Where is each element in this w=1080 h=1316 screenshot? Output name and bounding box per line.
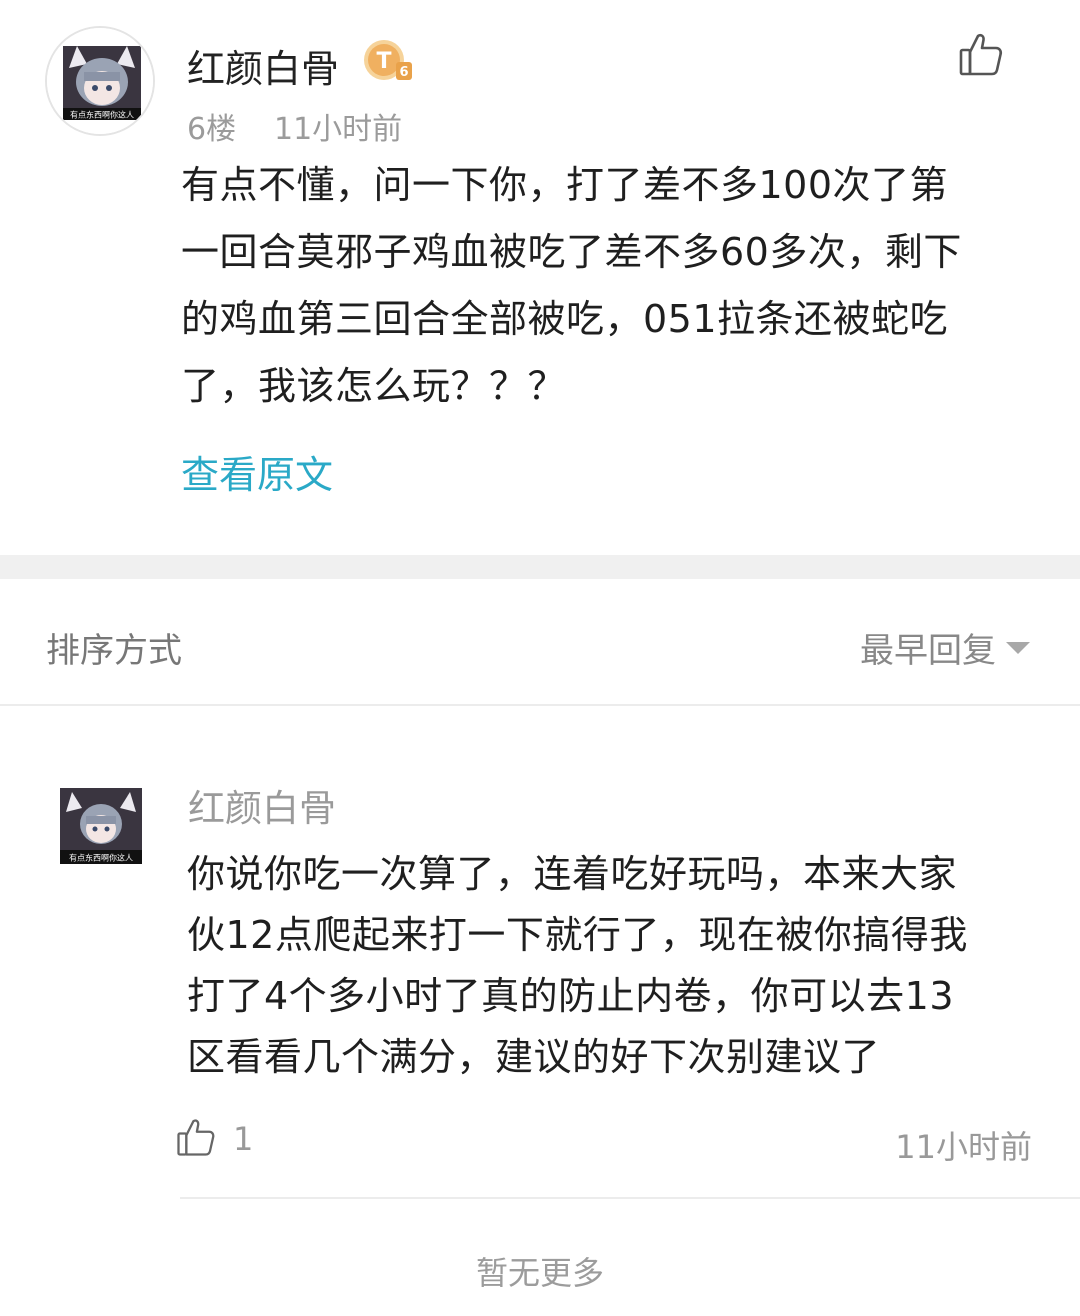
sort-selected-value[interactable]: 最早回复	[860, 623, 996, 672]
reply-line: 伙12点爬起来打一下就行了，现在被你搞得我	[187, 913, 968, 957]
thumbs-up-icon[interactable]	[957, 30, 1005, 78]
reply-line: 你说你吃一次算了，连着吃好玩吗，本来大家	[187, 852, 958, 896]
avatar-caption: 有点东西啊你这人	[70, 110, 134, 120]
main-comment: 有点东西啊你这人 红颜白骨 T 6 6楼 11小时前 有点不懂，问一下你，打了差…	[0, 0, 1080, 555]
comment-line: 有点不懂，问一下你，打了差不多100次了第	[181, 163, 949, 207]
reply-time: 11小时前	[895, 1128, 1032, 1166]
author-name[interactable]: 红颜白骨	[187, 38, 339, 93]
svg-text:6: 6	[399, 65, 408, 80]
reply-body: 你说你吃一次算了，连着吃好玩吗，本来大家 伙12点爬起来打一下就行了，现在被你搞…	[187, 844, 1047, 1088]
floor-number: 6楼	[187, 112, 237, 147]
no-more-label: 暂无更多	[475, 1254, 604, 1292]
post-time: 11小时前	[274, 112, 403, 147]
view-original-link[interactable]: 查看原文	[181, 444, 333, 499]
sort-label: 排序方式	[46, 631, 182, 671]
reply-like-button[interactable]: 1	[175, 1116, 253, 1162]
reply-line: 区看看几个满分，建议的好下次别建议了	[187, 1035, 881, 1079]
avatar-caption: 有点东西啊你这人	[69, 853, 133, 863]
sort-bar: 排序方式 最早回复	[0, 579, 1080, 706]
reply-line: 打了4个多小时了真的防止内卷，你可以去13	[187, 974, 955, 1018]
reply-author-name[interactable]: 红颜白骨	[188, 778, 336, 832]
thumbs-up-icon[interactable]	[175, 1116, 217, 1162]
level-badge-icon: T 6	[362, 38, 416, 84]
comment-line: 了，我该怎么玩？？？	[181, 364, 567, 408]
comment-detail-page: 有点东西啊你这人 红颜白骨 T 6 6楼 11小时前 有点不懂，问一下你，打了差…	[0, 0, 1080, 1316]
section-divider	[0, 555, 1080, 579]
like-count: 1	[233, 1120, 254, 1158]
reply-avatar[interactable]: 有点东西啊你这人	[60, 788, 142, 864]
comment-line: 一回合莫邪子鸡血被吃了差不多60多次，剩下	[181, 230, 962, 274]
reply-divider	[180, 1197, 1080, 1199]
author-avatar[interactable]: 有点东西啊你这人	[45, 26, 155, 136]
reply-item: 有点东西啊你这人 红颜白骨 你说你吃一次算了，连着吃好玩吗，本来大家 伙12点爬…	[0, 706, 1080, 1201]
comment-line: 的鸡血第三回合全部被吃，051拉条还被蛇吃	[181, 297, 949, 341]
svg-text:T: T	[376, 49, 391, 74]
sort-dropdown[interactable]: 最早回复	[860, 623, 1030, 672]
caret-down-icon[interactable]	[1006, 641, 1030, 654]
comment-body: 有点不懂，问一下你，打了差不多100次了第 一回合莫邪子鸡血被吃了差不多60多次…	[181, 152, 1051, 420]
